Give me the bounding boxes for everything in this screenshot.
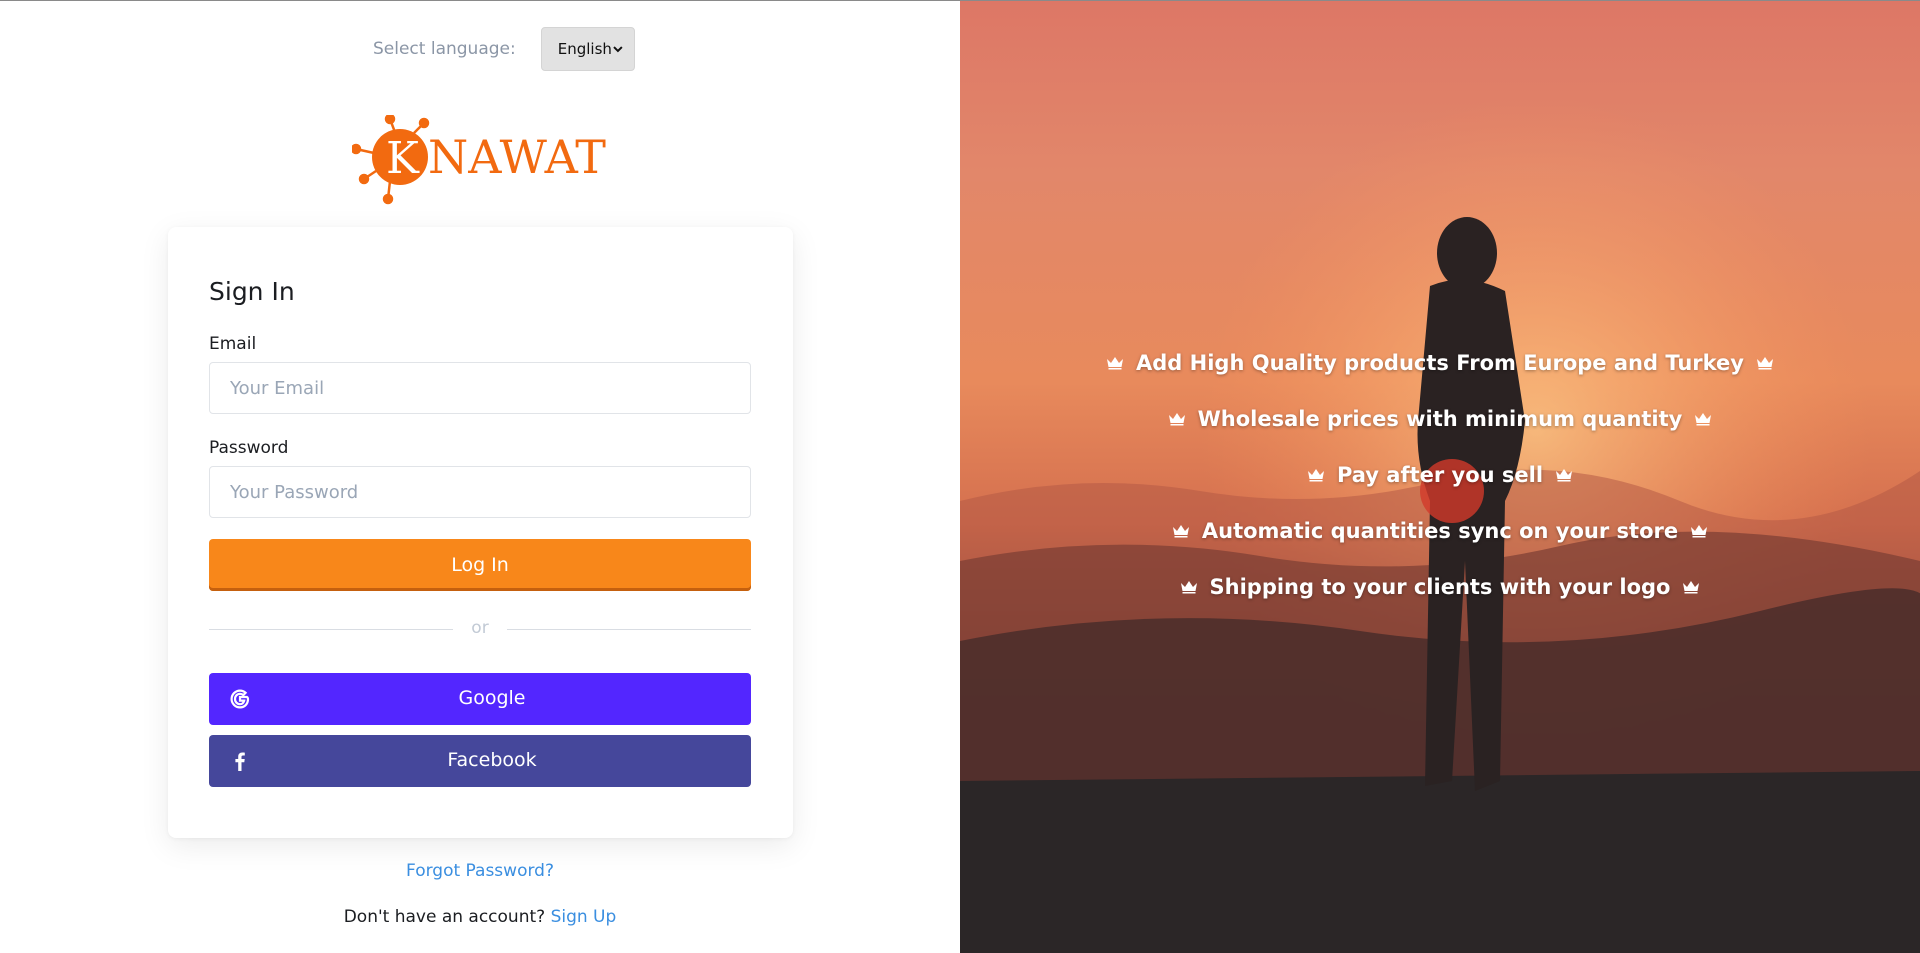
email-label: Email [209, 334, 257, 354]
crown-icon [1307, 469, 1324, 482]
crown-icon [1683, 581, 1700, 594]
crown-icon [1172, 525, 1189, 538]
chevron-down-icon [613, 46, 623, 53]
or-divider: or [209, 617, 751, 641]
feature-list: Add High Quality products From Europe an… [960, 335, 1920, 615]
feature-item: Shipping to your clients with your logo [960, 559, 1920, 615]
signup-prompt: Don't have an account? Sign Up [0, 907, 960, 927]
language-label: Select language: [373, 39, 516, 59]
logo-wordmark: NAWAT [428, 130, 606, 184]
google-login-button[interactable]: Google [209, 673, 751, 725]
feature-text: Shipping to your clients with your logo [1209, 575, 1671, 599]
hero-panel: Add High Quality products From Europe an… [960, 1, 1920, 953]
feature-item: Pay after you sell [960, 447, 1920, 503]
crown-icon [1556, 469, 1573, 482]
language-selected-value: English [557, 40, 612, 58]
crown-icon [1691, 525, 1708, 538]
signin-card: Sign In Email Password Log In or Google … [168, 227, 793, 838]
knawat-logo: K NAWAT [352, 115, 606, 205]
signin-title: Sign In [209, 277, 295, 306]
logo-initial: K [386, 133, 420, 184]
email-field[interactable] [209, 362, 751, 414]
facebook-button-label: Facebook [447, 749, 537, 771]
no-account-text: Don't have an account? [343, 907, 546, 927]
language-selector-row: Select language: English [373, 27, 635, 71]
password-label: Password [209, 438, 289, 458]
google-button-label: Google [458, 687, 526, 709]
feature-text: Wholesale prices with minimum quantity [1197, 407, 1683, 431]
crown-icon [1168, 413, 1185, 426]
login-button[interactable]: Log In [209, 539, 751, 591]
password-field[interactable] [209, 466, 751, 518]
divider-text: or [471, 618, 489, 638]
language-select[interactable]: English [540, 27, 635, 71]
feature-item: Wholesale prices with minimum quantity [960, 391, 1920, 447]
feature-item: Automatic quantities sync on your store [960, 503, 1920, 559]
crown-icon [1180, 581, 1197, 594]
feature-item: Add High Quality products From Europe an… [960, 335, 1920, 391]
feature-text: Pay after you sell [1336, 463, 1544, 487]
facebook-login-button[interactable]: Facebook [209, 735, 751, 787]
signup-link[interactable]: Sign Up [551, 907, 617, 927]
feature-text: Add High Quality products From Europe an… [1136, 351, 1744, 375]
forgot-password-link[interactable]: Forgot Password? [0, 861, 960, 881]
crown-icon [1695, 413, 1712, 426]
crown-icon [1756, 357, 1773, 370]
feature-text: Automatic quantities sync on your store [1201, 519, 1679, 543]
divider-line-right [507, 629, 751, 630]
crown-icon [1107, 357, 1124, 370]
login-panel: Select language: English K NAWAT Sign In… [0, 1, 960, 953]
